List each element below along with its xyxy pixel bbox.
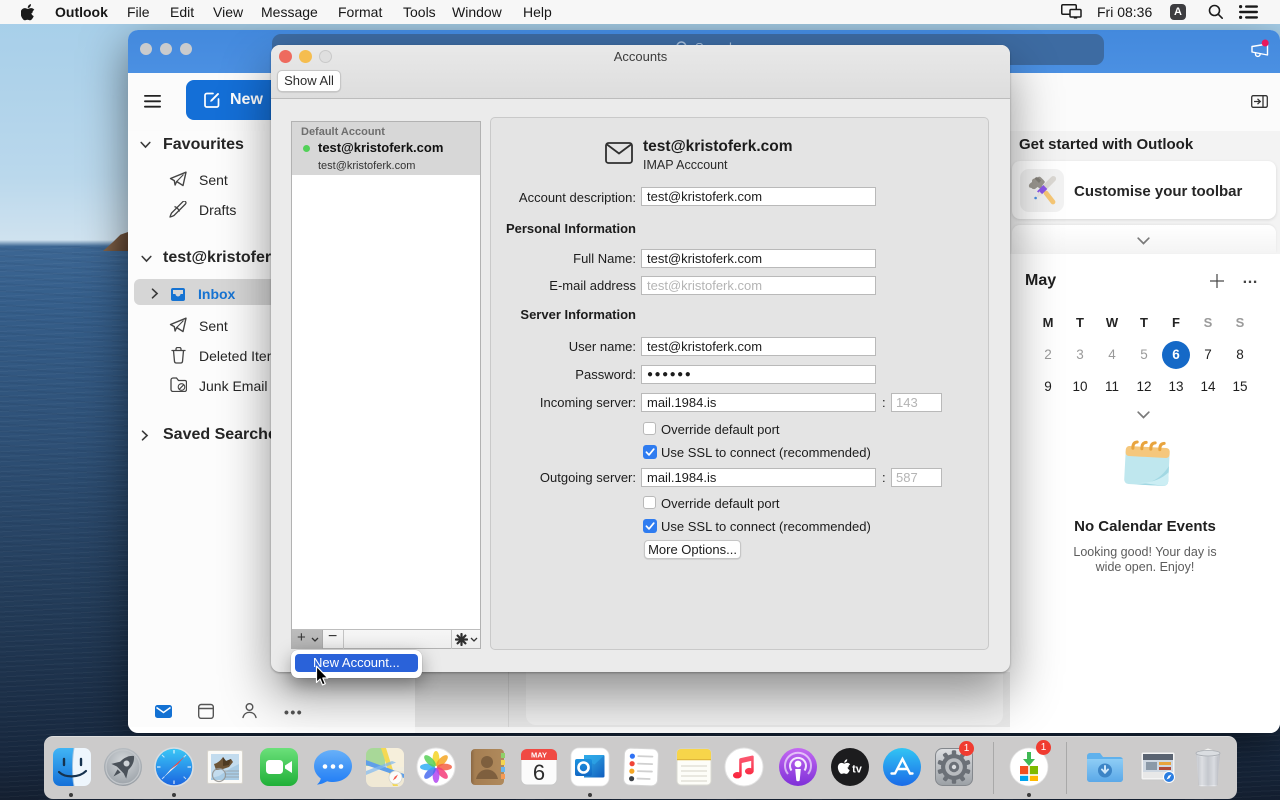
svg-text:MAY: MAY bbox=[531, 751, 547, 760]
svg-text:6: 6 bbox=[533, 760, 545, 785]
svg-text:tv: tv bbox=[852, 764, 863, 776]
